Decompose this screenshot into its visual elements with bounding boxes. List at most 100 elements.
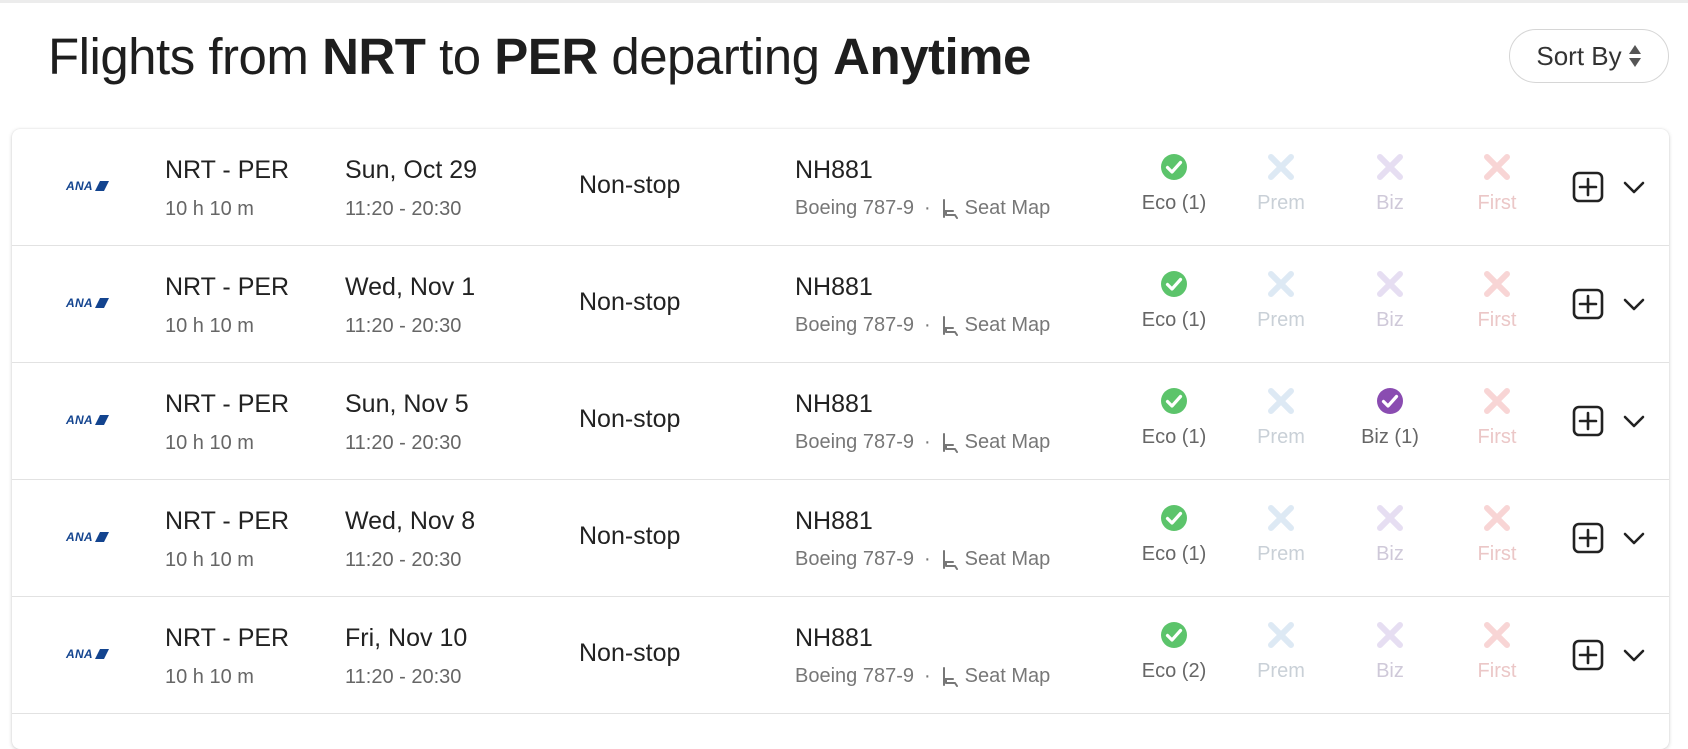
- ana-logo-mark: [94, 181, 109, 191]
- seat-map-label: Seat Map: [964, 548, 1051, 570]
- cabin-premium: Prem: [1226, 619, 1336, 683]
- flight-number: NH881: [795, 156, 873, 184]
- expand-button[interactable]: [1622, 411, 1646, 436]
- cabin-eco-label: Eco (1): [1141, 192, 1207, 214]
- flight-route: NRT - PER: [165, 156, 290, 184]
- cabin-eco-label: Eco (1): [1141, 543, 1207, 565]
- flight-meta: Boeing 787-9 · Seat Map: [795, 665, 1050, 688]
- cabin-prem-label: Prem: [1257, 543, 1305, 565]
- flight-row[interactable]: ANA NRT - PER 10 h 10 m Wed, Nov 1 11:20…: [12, 246, 1669, 363]
- x-icon: [1268, 388, 1294, 414]
- check-circle-icon: [1161, 154, 1187, 180]
- seat-map-link[interactable]: Seat Map: [941, 314, 1050, 337]
- page-title: Flights from NRT to PER departing Anytim…: [48, 26, 1031, 88]
- x-icon: [1377, 154, 1403, 180]
- seat-map-link[interactable]: Seat Map: [941, 197, 1050, 220]
- check-circle-icon: [1161, 622, 1187, 648]
- flight-number: NH881: [795, 273, 873, 301]
- cabin-first: First: [1442, 268, 1552, 332]
- cabin-premium: Prem: [1226, 151, 1336, 215]
- seat-map-link[interactable]: Seat Map: [941, 431, 1050, 454]
- flight-stops: Non-stop: [579, 288, 681, 316]
- flight-row[interactable]: ANA NRT - PER 10 h 10 m Sun, Oct 29 11:2…: [12, 129, 1669, 246]
- cabin-economy[interactable]: Eco (1): [1119, 502, 1229, 566]
- sort-by-label: Sort By: [1536, 40, 1622, 71]
- cabin-first-label: First: [1477, 543, 1517, 565]
- flight-row[interactable]: ANA NRT - PER 10 h 10 m Wed, Nov 8 11:20…: [12, 480, 1669, 597]
- cabin-first-label: First: [1477, 426, 1517, 448]
- expand-button[interactable]: [1622, 294, 1646, 319]
- flight-route: NRT - PER: [165, 624, 290, 652]
- separator-dot: ·: [923, 665, 931, 687]
- flight-date: Sun, Nov 5: [345, 390, 469, 418]
- cabin-economy[interactable]: Eco (1): [1119, 385, 1229, 449]
- separator-dot: ·: [923, 314, 931, 336]
- ana-logo-mark: [94, 532, 109, 542]
- x-icon: [1268, 505, 1294, 531]
- ana-logo-mark: [94, 649, 109, 659]
- top-divider: [0, 0, 1688, 3]
- cabin-economy[interactable]: Eco (2): [1119, 619, 1229, 683]
- flight-route: NRT - PER: [165, 390, 290, 418]
- x-icon: [1268, 271, 1294, 297]
- seat-map-link[interactable]: Seat Map: [941, 548, 1051, 571]
- expand-button[interactable]: [1622, 645, 1646, 670]
- seat-icon: [942, 315, 958, 336]
- chevron-down-icon: [1623, 532, 1645, 545]
- flight-number: NH881: [795, 390, 873, 418]
- flight-date: Fri, Nov 10: [345, 624, 468, 652]
- add-button[interactable]: [1572, 171, 1604, 208]
- flight-duration: 10 h 10 m: [165, 666, 254, 688]
- flight-stops: Non-stop: [579, 171, 681, 199]
- cabin-eco-label: Eco (2): [1141, 660, 1207, 682]
- aircraft-type: Boeing 787-9: [795, 197, 914, 219]
- plus-square-icon: [1572, 171, 1604, 203]
- seat-map-link[interactable]: Seat Map: [941, 665, 1050, 688]
- ana-logo-mark: [94, 298, 109, 308]
- plus-square-icon: [1572, 522, 1604, 554]
- x-icon: [1268, 154, 1294, 180]
- add-button[interactable]: [1572, 288, 1604, 325]
- cabin-first: First: [1442, 151, 1552, 215]
- sort-by-button[interactable]: Sort By: [1509, 29, 1669, 83]
- cabin-first: First: [1442, 385, 1552, 449]
- cabin-first-label: First: [1477, 660, 1517, 682]
- chevron-down-icon: [1623, 649, 1645, 662]
- x-icon: [1377, 505, 1403, 531]
- expand-button[interactable]: [1622, 177, 1646, 202]
- flight-meta: Boeing 787-9 · Seat Map: [795, 431, 1050, 454]
- cabin-first: First: [1442, 502, 1552, 566]
- flight-meta: Boeing 787-9 · Seat Map: [795, 548, 1050, 571]
- chevron-down-icon: [1623, 298, 1645, 311]
- title-destination: PER: [494, 28, 598, 85]
- cabin-eco-label: Eco (1): [1141, 426, 1207, 448]
- flight-number: NH881: [795, 507, 873, 535]
- flight-row[interactable]: ANA NRT - PER 10 h 10 m Sun, Nov 5 11:20…: [12, 363, 1669, 480]
- cabin-business[interactable]: Biz (1): [1335, 385, 1445, 449]
- flight-stops: Non-stop: [579, 522, 681, 550]
- add-button[interactable]: [1572, 405, 1604, 442]
- check-circle-icon: [1377, 388, 1403, 414]
- seat-icon: [942, 549, 958, 570]
- add-button[interactable]: [1572, 522, 1604, 559]
- cabin-economy[interactable]: Eco (1): [1119, 268, 1229, 332]
- flight-duration: 10 h 10 m: [165, 432, 254, 454]
- chevron-down-icon: [1623, 415, 1645, 428]
- check-circle-icon: [1161, 505, 1187, 531]
- cabin-business: Biz: [1335, 619, 1445, 683]
- aircraft-type: Boeing 787-9: [795, 431, 914, 453]
- cabin-biz-label: Biz: [1376, 192, 1404, 214]
- cabin-biz-label: Biz (1): [1361, 426, 1419, 448]
- seat-icon: [942, 198, 958, 219]
- cabin-first-label: First: [1477, 192, 1517, 214]
- flight-duration: 10 h 10 m: [165, 198, 254, 220]
- cabin-economy[interactable]: Eco (1): [1119, 151, 1229, 215]
- x-icon: [1484, 622, 1510, 648]
- flight-stops: Non-stop: [579, 405, 681, 433]
- flight-route: NRT - PER: [165, 507, 290, 535]
- flight-row[interactable]: ANA NRT - PER 10 h 10 m Fri, Nov 10 11:2…: [12, 597, 1669, 714]
- flight-meta: Boeing 787-9 · Seat Map: [795, 314, 1050, 337]
- expand-button[interactable]: [1622, 528, 1646, 553]
- cabin-eco-label: Eco (1): [1141, 309, 1207, 331]
- add-button[interactable]: [1572, 639, 1604, 676]
